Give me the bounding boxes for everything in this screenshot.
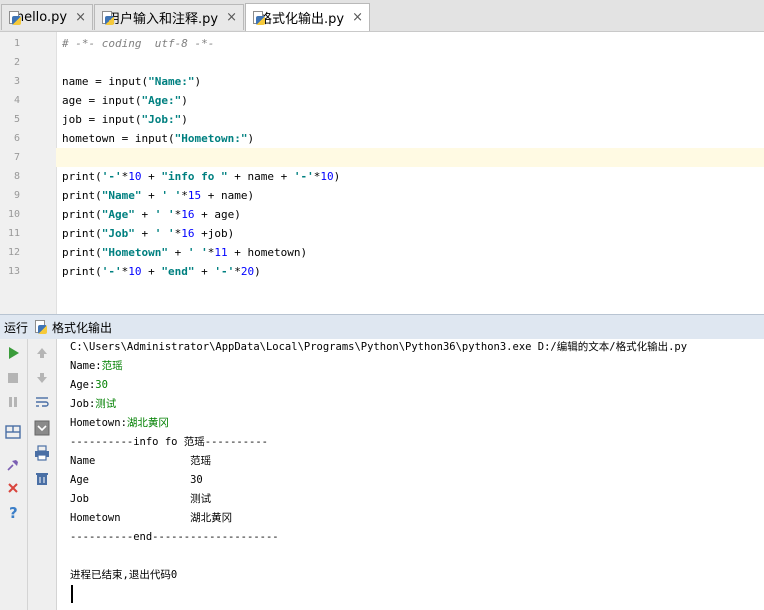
pause-icon[interactable] xyxy=(2,391,24,413)
python-run-config-icon xyxy=(34,320,48,334)
console-line: C:\Users\Administrator\AppData\Local\Pro… xyxy=(70,341,688,353)
console-line: Name:范瑶 xyxy=(70,360,123,372)
tab-label: 格式化输出.py xyxy=(259,12,345,27)
console-line: Job:测试 xyxy=(70,398,117,410)
line-number: 1 xyxy=(13,38,20,49)
code-line[interactable]: print("Name" + ' '*15 + name) xyxy=(56,186,764,205)
code-line[interactable]: hometown = input("Hometown:") xyxy=(56,129,764,148)
tab-format-output-py[interactable]: 格式化输出.py × xyxy=(245,3,370,31)
soft-wrap-icon[interactable] xyxy=(31,391,53,413)
line-number: 11 xyxy=(7,228,20,239)
console-line: ----------info fo 范瑶---------- xyxy=(70,436,269,448)
trash-icon[interactable] xyxy=(31,467,53,489)
down-arrow-icon[interactable] xyxy=(31,367,53,389)
help-icon[interactable]: ? xyxy=(2,502,24,524)
pin-icon[interactable] xyxy=(2,454,24,476)
stop-icon[interactable] xyxy=(2,367,24,389)
layout-icon[interactable] xyxy=(2,421,24,443)
tab-label: hello.py xyxy=(15,10,68,25)
code-text: print("Job" + ' '*16 +job) xyxy=(62,227,235,240)
line-number: 5 xyxy=(13,114,20,125)
code-text: job = input("Job:") xyxy=(62,113,188,126)
editor-tab-bar: hello.py × 用户输入和注释.py × 格式化输出.py × xyxy=(0,0,764,32)
code-line[interactable]: print("Job" + ' '*16 +job) xyxy=(56,224,764,243)
line-number: 8 xyxy=(13,171,20,182)
line-number: 9 xyxy=(13,190,20,201)
svg-text:?: ? xyxy=(9,505,18,521)
scroll-to-end-icon[interactable] xyxy=(31,417,53,439)
console-line: Age:30 xyxy=(70,379,108,391)
code-line[interactable]: print("Hometown" + ' '*11 + hometown) xyxy=(56,243,764,262)
line-number: 7 xyxy=(13,152,20,163)
code-editor[interactable]: 1 # -*- coding utf-8 -*- 2 3 name = input("N… xyxy=(0,32,764,314)
text-cursor xyxy=(71,585,73,603)
print-icon[interactable] xyxy=(31,442,53,464)
python-file-icon xyxy=(252,10,266,25)
code-text: name = input("Name:") xyxy=(62,75,202,88)
run-panel-title: 运行 xyxy=(4,320,29,335)
run-console-output[interactable]: C:\Users\Administrator\AppData\Local\Pro… xyxy=(57,339,764,610)
close-tab-icon[interactable]: × xyxy=(75,10,86,25)
code-text: hometown = input("Hometown:") xyxy=(62,132,255,145)
code-text: # -*- coding utf-8 -*- xyxy=(62,37,215,50)
code-line[interactable]: name = input("Name:") xyxy=(56,72,764,91)
line-number: 4 xyxy=(13,95,20,106)
line-number: 13 xyxy=(7,266,20,277)
console-line: Name 范瑶 xyxy=(70,455,212,467)
line-number: 6 xyxy=(13,133,20,144)
code-line[interactable]: print('-'*10 + "end" + '-'*20) xyxy=(56,262,764,281)
line-number: 12 xyxy=(7,247,20,258)
code-text: age = input("Age:") xyxy=(62,94,188,107)
console-line: 进程已结束,退出代码0 xyxy=(70,569,178,581)
code-line[interactable] xyxy=(56,53,764,72)
code-text: print("Hometown" + ' '*11 + hometown) xyxy=(62,246,308,259)
close-tab-icon[interactable]: × xyxy=(352,10,363,25)
tab-user-input-py[interactable]: 用户输入和注释.py × xyxy=(94,4,244,30)
run-toolbar-primary: ? xyxy=(0,339,28,610)
code-text: print('-'*10 + "end" + '-'*20) xyxy=(62,265,261,278)
python-file-icon xyxy=(8,10,21,25)
console-line: Hometown 湖北黄冈 xyxy=(70,512,233,524)
up-arrow-icon[interactable] xyxy=(31,342,53,364)
run-config-name: 格式化输出 xyxy=(52,320,113,335)
run-toolbar-secondary xyxy=(28,339,57,610)
line-number: 10 xyxy=(7,209,20,220)
tab-hello-py[interactable]: hello.py × xyxy=(1,4,93,30)
code-text: print("Name" + ' '*15 + name) xyxy=(62,189,255,202)
console-line: Hometown:湖北黄冈 xyxy=(70,417,169,429)
line-number: 3 xyxy=(13,76,20,87)
console-line: ----------end-------------------- xyxy=(70,531,279,543)
close-icon[interactable] xyxy=(2,477,24,499)
code-line[interactable]: age = input("Age:") xyxy=(56,91,764,110)
code-text: print("Age" + ' '*16 + age) xyxy=(62,208,241,221)
tab-label: 用户输入和注释.py xyxy=(107,12,219,27)
code-line[interactable]: job = input("Job:") xyxy=(56,110,764,129)
run-icon[interactable] xyxy=(2,342,24,364)
run-panel-header: 运行 格式化输出 xyxy=(0,314,764,340)
code-text: print('-'*10 + "info fo " + name + '-'*1… xyxy=(62,170,341,183)
code-line[interactable]: # -*- coding utf-8 -*- xyxy=(56,34,764,53)
console-line: Job 测试 xyxy=(70,493,212,505)
line-number: 2 xyxy=(13,57,20,68)
console-line: Age 30 xyxy=(70,474,203,486)
code-line[interactable] xyxy=(56,148,764,167)
python-file-icon xyxy=(101,10,115,25)
close-tab-icon[interactable]: × xyxy=(226,10,237,25)
code-line[interactable]: print("Age" + ' '*16 + age) xyxy=(56,205,764,224)
code-line[interactable]: print('-'*10 + "info fo " + name + '-'*1… xyxy=(56,167,764,186)
